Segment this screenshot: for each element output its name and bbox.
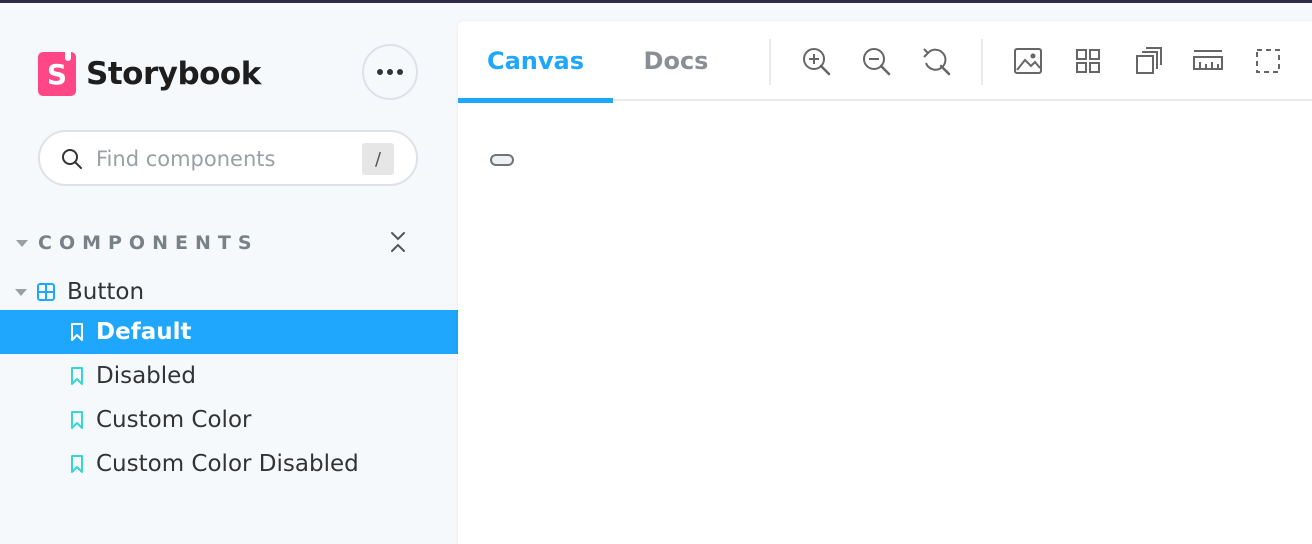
story-label: Default xyxy=(96,319,192,345)
outline-button[interactable] xyxy=(1250,43,1286,79)
caret-down-icon xyxy=(15,288,27,296)
sidebar: S Storybook / COMPONENTS Button xyxy=(0,3,458,544)
zoom-out-button[interactable] xyxy=(858,43,894,79)
storybook-logo-icon: S xyxy=(38,49,76,96)
rendered-button-preview[interactable] xyxy=(490,154,514,166)
background-button[interactable] xyxy=(1010,43,1046,79)
story-label: Custom Color Disabled xyxy=(96,451,359,477)
zoom-out-icon xyxy=(863,48,891,76)
toolbar-divider xyxy=(769,39,771,85)
menu-button[interactable] xyxy=(362,44,418,100)
components-section-header[interactable]: COMPONENTS xyxy=(16,228,416,258)
preview-panel: Canvas Docs xyxy=(458,21,1312,544)
component-grid-icon xyxy=(37,283,55,301)
bookmark-icon xyxy=(71,323,83,341)
brand-name: Storybook xyxy=(86,56,261,92)
outline-icon xyxy=(1256,49,1280,73)
collapse-all-icon[interactable] xyxy=(388,230,408,254)
bookmark-icon xyxy=(71,411,83,429)
story-label: Custom Color xyxy=(96,407,252,433)
search-input[interactable] xyxy=(96,144,386,174)
bookmark-icon xyxy=(71,367,83,385)
ellipsis-icon xyxy=(377,69,383,75)
zoom-in-button[interactable] xyxy=(798,43,834,79)
tree-item-button[interactable]: Button xyxy=(0,270,458,314)
bookmark-icon xyxy=(71,455,83,473)
toolbar: Canvas Docs xyxy=(458,21,1312,103)
search-box: / xyxy=(38,130,418,186)
search-icon xyxy=(62,149,82,169)
zoom-in-icon xyxy=(803,48,831,76)
story-item-default[interactable]: Default xyxy=(0,310,458,354)
search-shortcut-badge: / xyxy=(362,143,394,175)
tab-canvas[interactable]: Canvas xyxy=(458,21,613,103)
zoom-reset-button[interactable] xyxy=(918,43,954,79)
grid-icon xyxy=(1076,49,1100,73)
measure-icon xyxy=(1193,50,1223,70)
story-item-disabled[interactable]: Disabled xyxy=(0,354,458,398)
caret-down-icon xyxy=(16,239,28,247)
story-label: Disabled xyxy=(96,363,196,389)
toolbar-divider xyxy=(981,39,983,85)
story-item-custom-color[interactable]: Custom Color xyxy=(0,398,458,442)
measure-button[interactable] xyxy=(1190,43,1226,79)
tree-item-label: Button xyxy=(67,279,145,305)
tab-docs[interactable]: Docs xyxy=(613,21,739,101)
background-icon xyxy=(1014,48,1042,74)
viewport-button[interactable] xyxy=(1130,43,1166,79)
grid-button[interactable] xyxy=(1070,43,1106,79)
story-item-custom-color-disabled[interactable]: Custom Color Disabled xyxy=(0,442,458,486)
zoom-reset-icon xyxy=(923,48,951,76)
viewport-icon xyxy=(1136,47,1162,74)
section-label: COMPONENTS xyxy=(38,232,259,254)
brand[interactable]: S Storybook xyxy=(38,49,261,96)
